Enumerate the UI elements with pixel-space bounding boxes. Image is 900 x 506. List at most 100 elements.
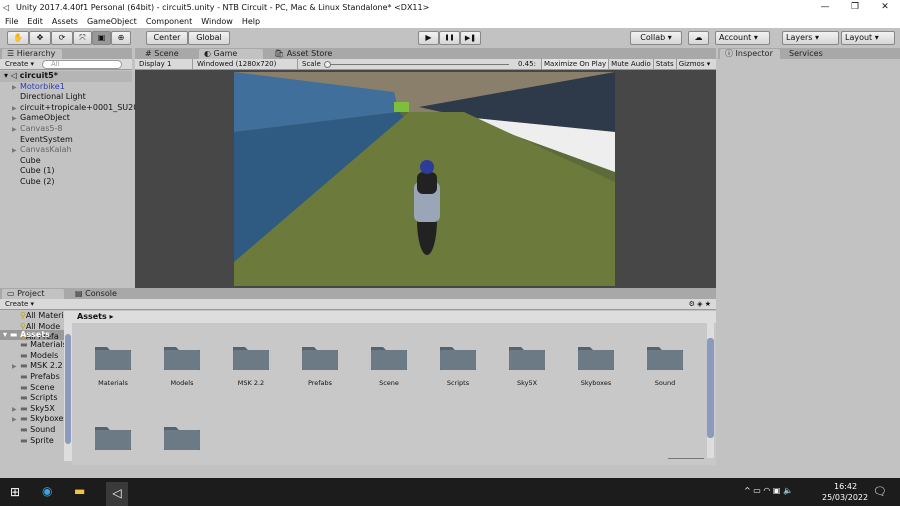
asset-folder[interactable] <box>439 343 477 371</box>
hierarchy-item[interactable]: Cube (1) <box>0 166 132 177</box>
resolution-dropdown[interactable]: Windowed (1280x720) <box>193 59 298 69</box>
tab-inspector[interactable]: ⓘ Inspector <box>720 49 780 59</box>
game-view[interactable] <box>234 72 615 286</box>
menu-window[interactable]: Window <box>201 15 233 28</box>
asset-folder[interactable] <box>370 343 408 371</box>
hierarchy-item[interactable]: ▶ circuit+tropicale+0001_SU20 <box>0 103 138 114</box>
maximize-on-play-toggle[interactable]: Maximize On Play <box>541 59 609 69</box>
scale-label: Scale <box>302 60 321 68</box>
windows-start-icon[interactable]: ⊞ <box>10 485 20 499</box>
icon-size-slider[interactable] <box>668 458 704 459</box>
stats-toggle[interactable]: Stats <box>652 59 676 69</box>
gizmos-dropdown[interactable]: Gizmos ▾ <box>675 59 713 69</box>
project-create-button[interactable]: Create ▾ <box>5 299 34 310</box>
favorite-item[interactable]: ⚲All Materi <box>0 311 64 322</box>
folder-label: Scene <box>30 382 55 392</box>
project-folder-item[interactable]: ▬ Scene <box>0 383 64 394</box>
scene-root[interactable]: ▾ ◁ circuit5* <box>0 71 132 82</box>
scale-slider-thumb[interactable] <box>324 61 331 68</box>
menu-assets[interactable]: Assets <box>52 15 78 28</box>
pause-button[interactable]: ❚❚ <box>439 31 460 45</box>
edge-icon[interactable]: ◉ <box>42 484 52 498</box>
play-button[interactable]: ▶ <box>418 31 439 45</box>
project-tree: ⚲All Materi⚲All Mode⚲All Prefa ▾ ▬ Asset… <box>0 311 64 465</box>
project-folder-item[interactable]: ▶ ▬ Skyboxes <box>0 414 64 425</box>
notifications-icon[interactable]: 🗨 <box>873 485 887 498</box>
asset-folder[interactable] <box>232 343 270 371</box>
scale-slider[interactable]: Scale 0.45: <box>298 59 541 69</box>
asset-folder[interactable] <box>163 423 201 451</box>
menu-gameobject[interactable]: GameObject <box>87 15 137 28</box>
project-folder-item[interactable]: ▬ Sound <box>0 425 64 436</box>
project-options-icons[interactable]: ⚙ ◈ ★ <box>689 299 711 310</box>
folder-icon <box>95 347 131 370</box>
folder-icon <box>164 347 200 370</box>
file-explorer-icon[interactable]: ▬ <box>74 484 85 498</box>
display-dropdown[interactable]: Display 1 <box>135 59 193 69</box>
hierarchy-item[interactable]: ▶ Canvas5-8 <box>0 124 132 135</box>
console-tab-label: Console <box>85 289 117 298</box>
asset-folder[interactable] <box>646 343 684 371</box>
asset-folder[interactable] <box>94 343 132 371</box>
menu-help[interactable]: Help <box>242 15 260 28</box>
project-folder-item[interactable]: ▬ Sprite <box>0 436 64 447</box>
search-placeholder: All <box>51 60 60 68</box>
tab-project[interactable]: ▭ Project <box>2 289 64 299</box>
project-folder-item[interactable]: ▬ Materials <box>0 340 64 351</box>
layers-label: Layers <box>786 33 813 42</box>
project-folder-item[interactable]: ▬ Models <box>0 351 64 362</box>
asset-folder[interactable] <box>508 343 546 371</box>
clock-date: 25/03/2022 <box>822 493 869 502</box>
transform-tool-icon[interactable]: ⊕ <box>111 31 131 45</box>
pivot-global-button[interactable]: Global <box>188 31 230 45</box>
asset-folder[interactable] <box>577 343 615 371</box>
collab-button[interactable]: Collab ▾ <box>630 31 682 45</box>
menu-edit[interactable]: Edit <box>27 15 43 28</box>
asset-folder[interactable] <box>163 343 201 371</box>
unity-taskbar-icon[interactable]: ◁ <box>106 482 128 506</box>
layers-dropdown[interactable]: Layers ▾ <box>782 31 839 45</box>
grid-scrollbar[interactable] <box>707 323 714 458</box>
hierarchy-item[interactable]: EventSystem <box>0 135 132 146</box>
mute-audio-toggle[interactable]: Mute Audio <box>608 59 653 69</box>
step-button[interactable]: ▶❚ <box>460 31 481 45</box>
hierarchy-item[interactable]: ▶ CanvasKalah <box>0 145 132 156</box>
account-dropdown[interactable]: Account ▾ <box>715 31 770 45</box>
minimize-button[interactable]: — <box>810 0 840 15</box>
hierarchy-item[interactable]: ▶ Motorbike1 <box>0 82 132 93</box>
cloud-icon[interactable]: ☁ <box>688 31 709 45</box>
project-folder-item[interactable]: ▶ ▬ Sky5X <box>0 404 64 415</box>
tab-hierarchy[interactable]: ☰ Hierarchy <box>2 49 62 59</box>
hand-tool-icon[interactable]: ✋ <box>7 31 29 45</box>
create-button[interactable]: Create ▾ <box>5 59 34 70</box>
project-folder-item[interactable]: ▶ ▬ MSK 2.2 <box>0 361 64 372</box>
hierarchy-search-input[interactable]: All <box>42 60 122 69</box>
hierarchy-item[interactable]: ▶ GameObject <box>0 113 132 124</box>
tab-game[interactable]: ◐ Game <box>199 49 263 59</box>
scale-tool-icon[interactable]: ⤧ <box>73 31 92 45</box>
layout-dropdown[interactable]: Layout ▾ <box>841 31 895 45</box>
tab-scene[interactable]: # Scene <box>140 49 184 59</box>
tray-icons[interactable]: ^ ▭ ◠ ▣ 🔈 <box>744 486 793 495</box>
rect-tool-icon[interactable]: ▣ <box>92 31 111 45</box>
pivot-label: Center <box>153 33 181 42</box>
tab-console[interactable]: ▤ Console <box>70 289 122 299</box>
maximize-button[interactable]: ❐ <box>840 0 870 15</box>
asset-folder[interactable] <box>301 343 339 371</box>
asset-folder[interactable] <box>94 423 132 451</box>
hierarchy-item[interactable]: Directional Light <box>0 92 132 103</box>
project-folder-item[interactable]: ▬ Scripts <box>0 393 64 404</box>
breadcrumb[interactable]: Assets ▸ <box>72 311 716 323</box>
rotate-tool-icon[interactable]: ⟳ <box>51 31 73 45</box>
project-folder-item[interactable]: ▬ Prefabs <box>0 372 64 383</box>
tab-asset-store[interactable]: 🛍 Asset Store <box>269 49 337 59</box>
move-tool-icon[interactable]: ✥ <box>29 31 51 45</box>
tree-scrollbar[interactable] <box>64 311 72 461</box>
tab-services[interactable]: Services <box>784 49 828 59</box>
hierarchy-item[interactable]: Cube (2) <box>0 177 132 188</box>
close-button[interactable]: ✕ <box>870 0 900 15</box>
menu-component[interactable]: Component <box>146 15 192 28</box>
menu-file[interactable]: File <box>5 15 18 28</box>
hierarchy-item[interactable]: Cube <box>0 156 132 167</box>
pivot-center-button[interactable]: Center <box>146 31 188 45</box>
